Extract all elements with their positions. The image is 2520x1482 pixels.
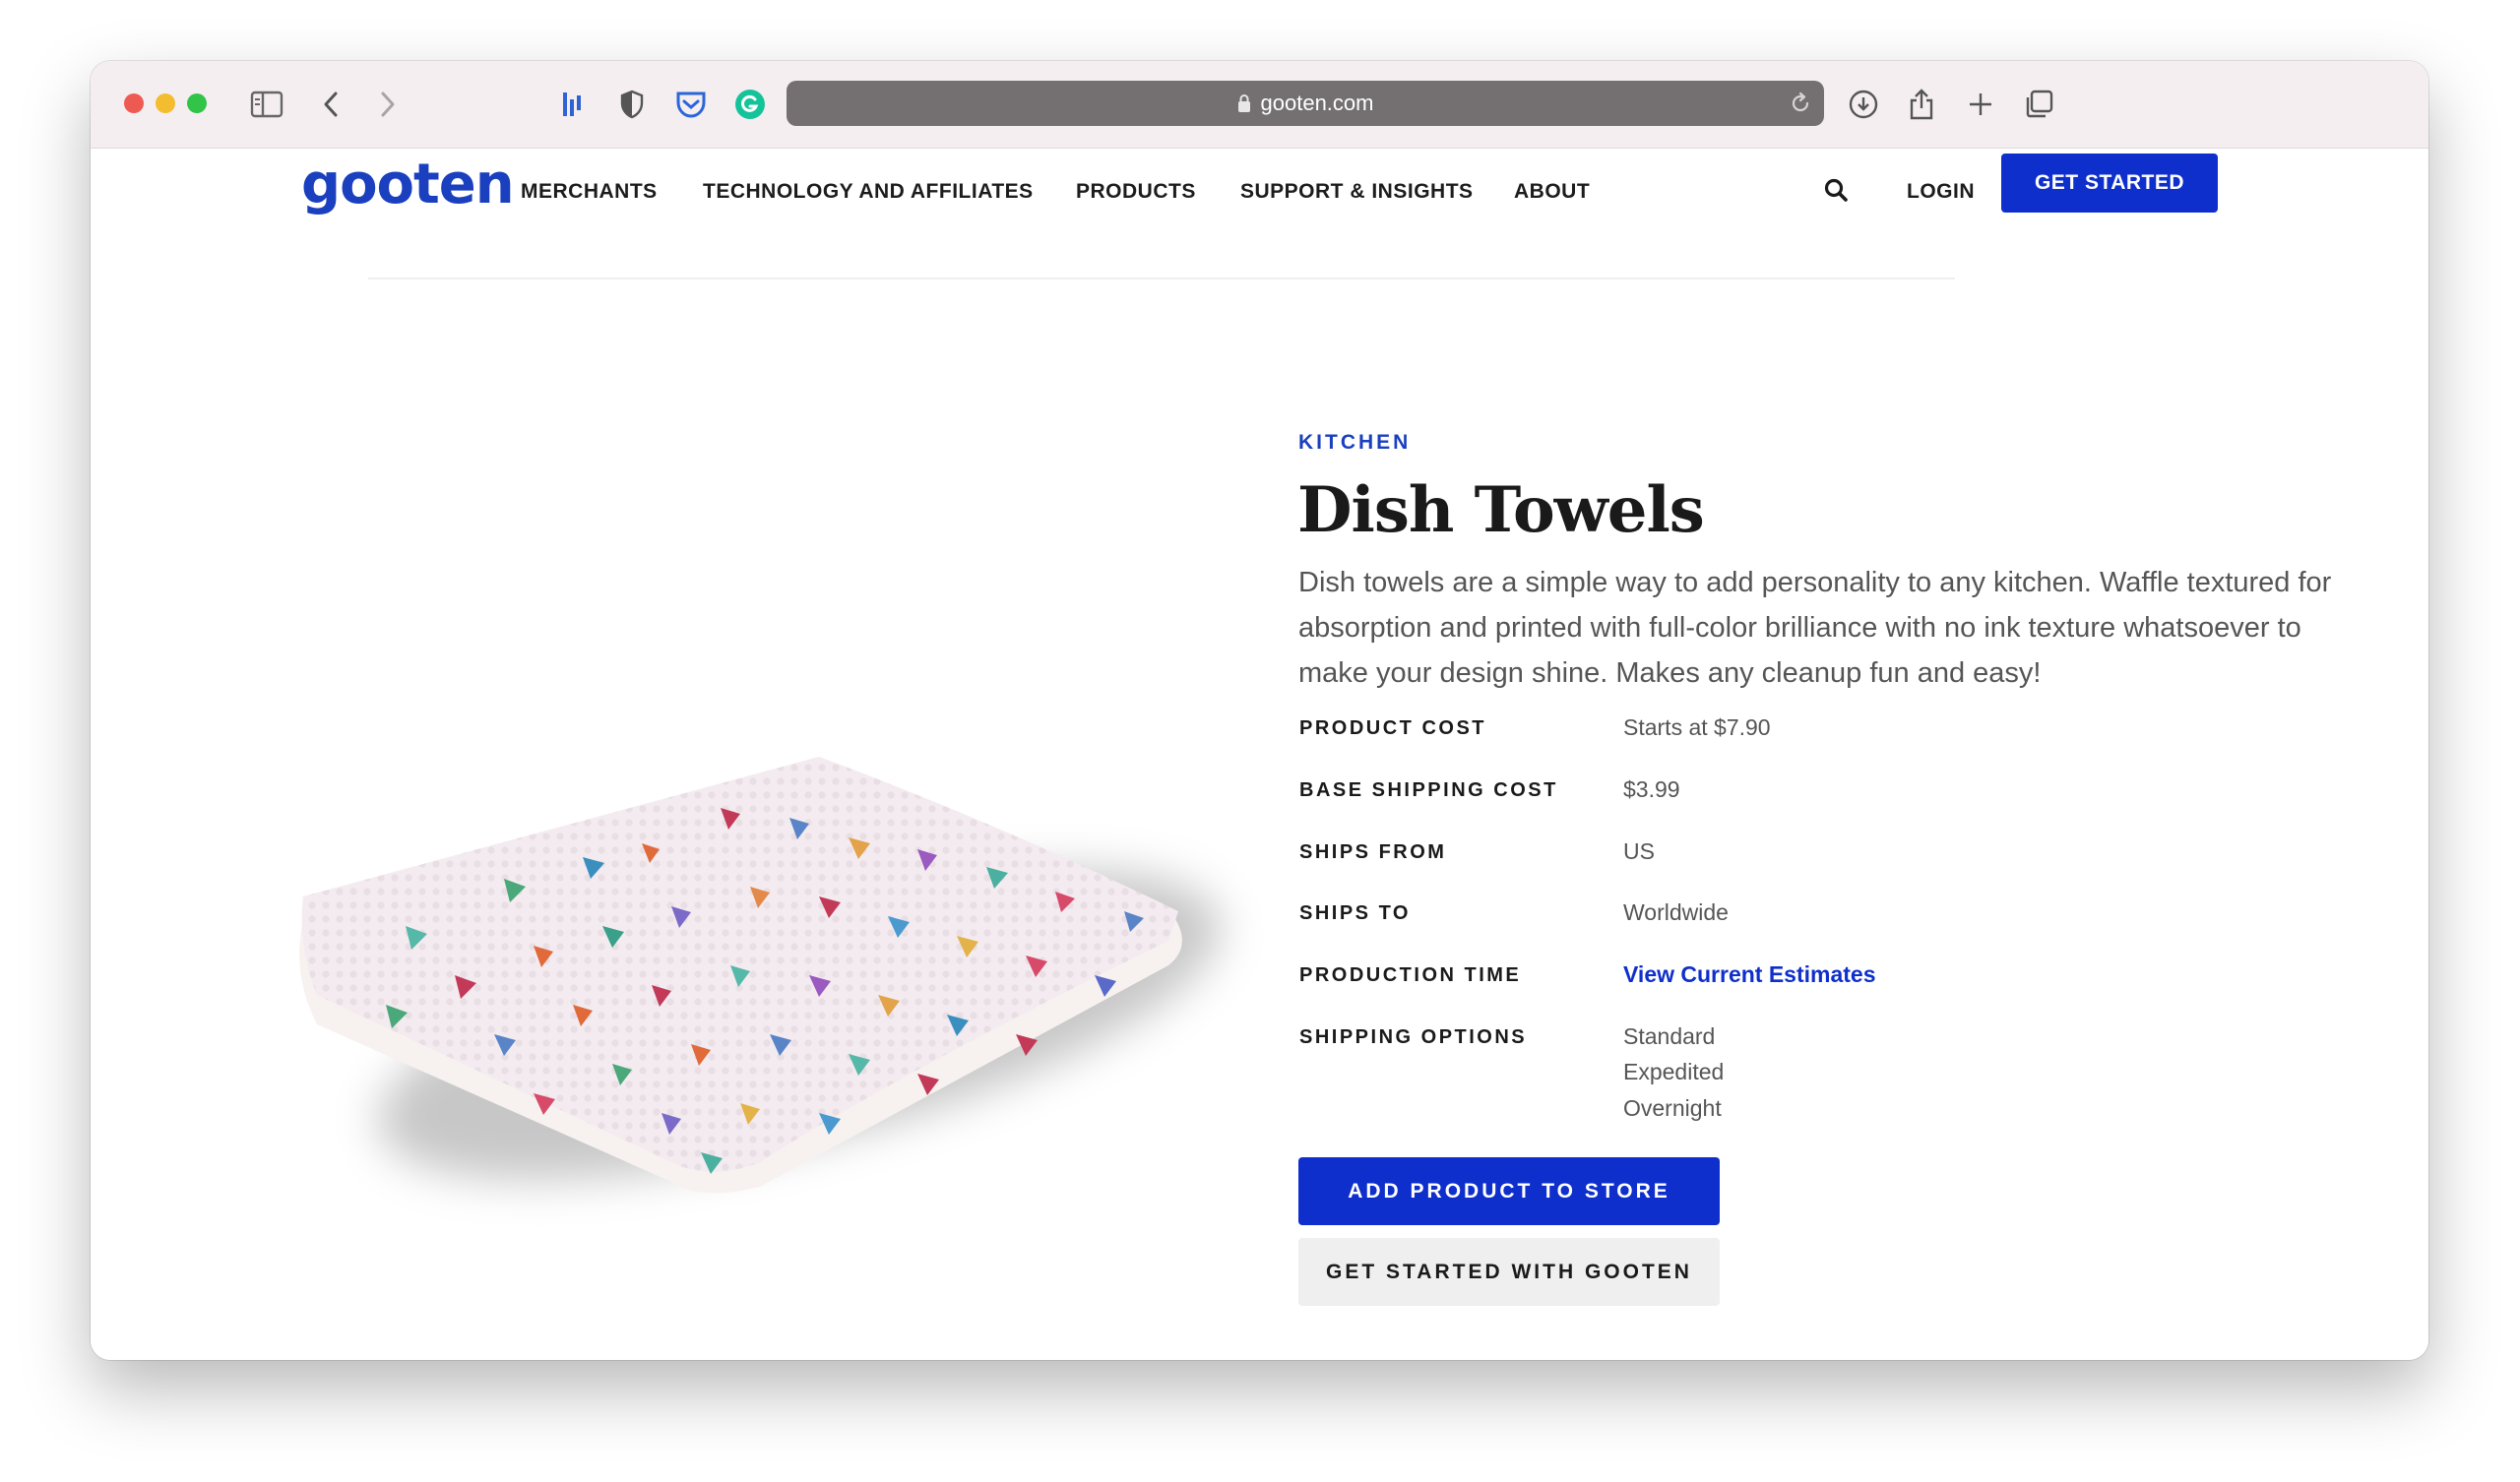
extension-icon[interactable] xyxy=(551,83,595,126)
share-icon[interactable] xyxy=(1900,83,1943,126)
dish-towel-image xyxy=(209,650,1282,1246)
login-link[interactable]: LOGIN xyxy=(1907,180,1975,204)
spec-label: PRODUCTION TIME xyxy=(1299,964,1522,986)
pocket-icon[interactable] xyxy=(669,83,713,126)
grammarly-icon[interactable] xyxy=(728,83,772,126)
product-description: Dish towels are a simple way to add pers… xyxy=(1298,567,2332,689)
close-window-button[interactable] xyxy=(124,93,144,113)
spec-value: Worldwide xyxy=(1623,899,1729,925)
spec-value: Starts at $7.90 xyxy=(1623,714,1771,740)
minimize-window-button[interactable] xyxy=(156,93,175,113)
nav-technology[interactable]: TECHNOLOGY AND AFFILIATES xyxy=(703,180,1034,204)
get-started-with-gooten-button[interactable]: GET STARTED WITH GOOTEN xyxy=(1298,1238,1720,1306)
shipping-option: Overnight xyxy=(1623,1095,1722,1121)
url-text: gooten.com xyxy=(1260,91,1374,115)
get-started-button[interactable]: GET STARTED xyxy=(2001,154,2218,213)
page-content: gooten MERCHANTS TECHNOLOGY AND AFFILIAT… xyxy=(91,149,2428,1360)
spec-label: SHIPS FROM xyxy=(1299,841,1447,863)
spec-label: SHIPS TO xyxy=(1299,902,1411,924)
nav-merchants[interactable]: MERCHANTS xyxy=(521,180,658,204)
header-divider xyxy=(368,278,1955,279)
forward-icon[interactable] xyxy=(366,83,410,126)
shipping-option: Expedited xyxy=(1623,1059,1725,1084)
sidebar-icon[interactable] xyxy=(245,83,288,126)
zoom-window-button[interactable] xyxy=(187,93,207,113)
tabs-overview-icon[interactable] xyxy=(2017,83,2060,126)
shield-icon[interactable] xyxy=(610,83,654,126)
shipping-option: Standard xyxy=(1623,1023,1716,1049)
site-header: gooten MERCHANTS TECHNOLOGY AND AFFILIAT… xyxy=(91,149,2428,219)
download-icon[interactable] xyxy=(1842,83,1885,126)
back-icon[interactable] xyxy=(309,83,352,126)
product-title: Dish Towels xyxy=(1297,473,1705,547)
nav-products[interactable]: PRODUCTS xyxy=(1076,180,1196,204)
address-bar[interactable]: gooten.com xyxy=(787,81,1824,126)
nav-about[interactable]: ABOUT xyxy=(1514,180,1590,204)
browser-window: gooten.com gooten MERCHANTS TECHNOLOGY A… xyxy=(91,61,2428,1360)
add-product-to-store-button[interactable]: ADD PRODUCT TO STORE xyxy=(1298,1157,1720,1225)
gooten-logo[interactable]: gooten xyxy=(301,153,515,216)
lock-icon xyxy=(1237,93,1251,113)
view-current-estimates-link[interactable]: View Current Estimates xyxy=(1623,957,1876,993)
spec-label: BASE SHIPPING COST xyxy=(1299,779,1558,801)
browser-toolbar: gooten.com xyxy=(91,61,2428,149)
search-icon[interactable] xyxy=(1823,177,1849,208)
nav-support[interactable]: SUPPORT & INSIGHTS xyxy=(1240,180,1474,204)
reload-icon[interactable] xyxy=(1789,92,1812,121)
spec-value: $3.99 xyxy=(1623,776,1680,802)
spec-value: US xyxy=(1623,838,1655,864)
new-tab-icon[interactable] xyxy=(1959,83,2002,126)
spec-label: SHIPPING OPTIONS xyxy=(1299,1026,1528,1048)
spec-label: PRODUCT COST xyxy=(1299,717,1486,739)
product-category[interactable]: KITCHEN xyxy=(1298,431,1411,455)
